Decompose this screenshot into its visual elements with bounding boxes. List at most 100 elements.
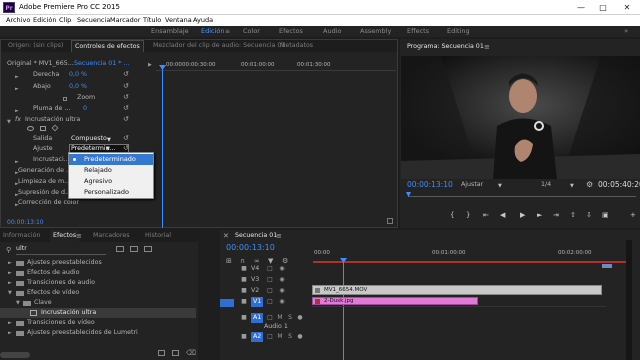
expand-icon[interactable]: ► [8,280,12,286]
chevron-down-icon[interactable]: ▼ [570,184,574,189]
dropdown-item-personalizado[interactable]: Personalizado [69,187,153,198]
tree-item[interactable]: ► Transiciones de audio [0,278,196,288]
panel-menu-icon[interactable]: ≡ [484,41,490,53]
fit-select[interactable]: Ajustar [461,180,483,190]
expand-icon[interactable]: ► [15,74,19,80]
prop-value[interactable]: 0 [83,104,87,114]
eye-icon[interactable]: ◉ [278,298,286,306]
tab-secuencia[interactable]: Secuencia 01 [232,230,281,242]
timeline-playhead[interactable] [343,260,344,360]
lock-icon[interactable]: ■ [240,265,248,273]
workspace-audio[interactable]: Audio [323,26,341,37]
dropdown-item-agresivo[interactable]: Agresivo [69,176,153,187]
new-bin-icon[interactable] [158,350,165,356]
effect-playhead[interactable] [162,68,163,228]
extract-icon[interactable]: ⇩ [586,211,592,219]
collapse-icon[interactable]: ▼ [16,300,20,306]
timeline-scrollbar[interactable] [626,240,632,360]
salida-select[interactable]: Compuesto [71,134,107,144]
add-button-icon[interactable]: + [630,211,636,219]
dropdown-item-predeterminado[interactable]: Predeterminado [69,154,153,165]
expand-icon[interactable]: ► [8,320,12,326]
effect-timecode[interactable]: 00:00:13:10 [7,218,44,228]
tree-item[interactable]: ► Ajustes preestablecidos [0,258,196,268]
mark-out-icon[interactable]: } [466,211,470,219]
expand-icon[interactable]: ► [15,86,19,92]
new-item-icon[interactable] [172,350,179,356]
microphone-icon[interactable]: ● [296,314,304,322]
32bit-effects-icon[interactable] [130,246,138,252]
eye-icon[interactable]: ◉ [278,276,286,284]
tree-item-selected[interactable]: Incrustación ultra [0,308,196,318]
tab-mezclador-audio[interactable]: Mezclador del clip de audio: Secuencia 0… [150,40,288,52]
tab-marcadores[interactable]: Marcadores [90,230,133,242]
reset-icon[interactable]: ↺ [123,82,129,90]
prop-value[interactable]: 0,0 % [69,70,87,80]
wrench-icon[interactable]: ⚙ [586,180,593,190]
program-timecode[interactable]: 00:00:13:10 [407,180,453,190]
solo-button[interactable]: S [286,314,294,322]
lock-icon[interactable]: ■ [240,298,248,306]
effects-search-input[interactable]: ultr [16,244,106,255]
expand-icon[interactable]: ► [15,159,19,165]
lift-icon[interactable]: ⇧ [570,211,576,219]
resolution-select[interactable]: 1/4 [541,180,551,190]
menu-edicion[interactable]: Edición [33,15,57,26]
menu-ayuda[interactable]: Ayuda [193,15,213,26]
workspace-ensamblaje[interactable]: Ensamblaje [151,26,189,37]
tree-item[interactable]: ▼ Clave [0,298,196,308]
rectangle-mask-icon[interactable] [40,126,46,131]
menu-ventana[interactable]: Ventana [165,15,192,26]
maximize-icon[interactable]: □ [592,0,614,15]
accelerated-effects-icon[interactable] [116,246,124,252]
sync-lock-icon[interactable]: □ [266,265,274,273]
fx-icon[interactable]: fx [15,115,21,125]
sync-lock-icon[interactable]: □ [266,298,274,306]
expand-icon[interactable]: ► [8,260,12,266]
yuv-effects-icon[interactable] [144,246,152,252]
chevron-down-icon[interactable]: ▼ [106,147,110,152]
tree-item[interactable]: ▼ Efectos de vídeo [0,288,196,298]
reset-icon[interactable]: ↺ [123,70,129,78]
close-icon[interactable]: ✕ [223,232,229,240]
reset-icon[interactable]: ↺ [123,144,129,152]
mute-button[interactable]: M [276,314,284,322]
track-label[interactable]: A2 [251,332,264,342]
ellipse-mask-icon[interactable] [27,126,34,131]
collapse-icon[interactable]: ▼ [8,290,12,296]
sync-lock-icon[interactable]: □ [266,276,274,284]
sequence-clip-label[interactable]: Secuencia 01 * ... [74,59,129,69]
camera-icon[interactable]: ▣ [602,211,609,219]
workspace-menu-icon[interactable]: ≡ [225,29,230,35]
menu-marcador[interactable]: Marcador [110,15,140,26]
workspace-assembly[interactable]: Assembly [360,26,391,37]
chevron-down-icon[interactable]: ▼ [498,184,502,189]
panel-menu-icon[interactable]: ≡ [276,230,282,242]
eye-icon[interactable]: ◉ [278,265,286,273]
lock-icon[interactable]: ■ [240,287,248,295]
sync-lock-icon[interactable]: □ [266,333,274,341]
workspace-efectos[interactable]: Efectos [279,26,303,37]
menu-secuencia[interactable]: Secuencia [77,15,110,26]
tree-item[interactable]: ► Ajustes preestablecidos de Lumetri [0,328,196,338]
menu-clip[interactable]: Clip [59,15,71,26]
effect-ruler[interactable]: 00:00 00:00:30:00 00:01:00:00 00:01:30:0… [156,61,396,71]
effects-scrollbar[interactable] [0,352,30,358]
program-scrubber[interactable] [408,196,636,197]
clip-master-label[interactable]: Original * MV1_665... [7,59,74,69]
step-forward-icon[interactable]: ► [537,211,542,219]
tree-item[interactable]: ► Transiciones de vídeo [0,318,196,328]
mark-in-icon[interactable]: { [450,211,454,219]
reset-icon[interactable]: ↺ [123,134,129,142]
chevron-down-icon[interactable]: ▼ [107,138,111,143]
timeline-timecode[interactable]: 00:00:13:10 [226,243,275,253]
premiere-app-icon[interactable]: Pr [3,2,15,13]
play-icon[interactable]: ▶ [520,211,525,219]
minimize-icon[interactable]: — [570,0,592,15]
expand-icon[interactable]: ► [15,108,19,114]
lock-icon[interactable]: ■ [240,333,248,341]
collapse-icon[interactable]: ▼ [7,119,11,125]
solo-button[interactable]: S [286,333,294,341]
close-icon[interactable]: ✕ [616,0,638,15]
video-clip-v2[interactable]: MV1_6654.MOV [312,285,602,295]
